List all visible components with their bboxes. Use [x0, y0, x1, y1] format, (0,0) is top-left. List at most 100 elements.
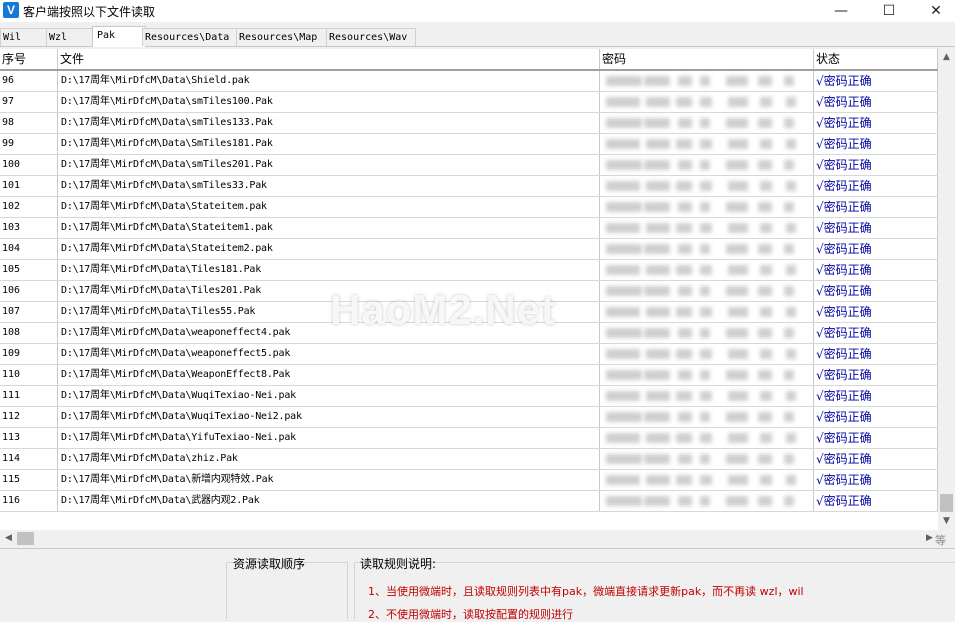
row-index: 102	[0, 197, 58, 217]
redaction-block	[678, 118, 692, 128]
column-header-index[interactable]: 序号	[0, 49, 58, 69]
app-icon: V	[3, 2, 19, 18]
horizontal-scrollbar[interactable]: ◀ ▶	[0, 530, 938, 547]
table-row[interactable]: 97 D:\17周年\MirDfcM\Data\smTiles100.Pak √密码…	[0, 92, 938, 113]
table-row[interactable]: 110 D:\17周年\MirDfcM\Data\WeaponEffect8.Pa…	[0, 365, 938, 386]
tab-wil[interactable]: Wil	[0, 28, 48, 46]
column-header-status[interactable]: 状态	[814, 49, 938, 69]
table-row[interactable]: 104 D:\17周年\MirDfcM\Data\Stateitem2.pak √密…	[0, 239, 938, 260]
redaction-block	[606, 286, 642, 296]
redaction-block	[700, 118, 710, 128]
redaction-block	[676, 349, 692, 359]
redaction-block	[606, 433, 640, 443]
row-index: 109	[0, 344, 58, 364]
redaction-block	[644, 370, 670, 380]
redaction-block	[700, 433, 712, 443]
row-file-path: D:\17周年\MirDfcM\Data\Shield.pak	[58, 71, 600, 91]
table-row[interactable]: 105 D:\17周年\MirDfcM\Data\Tiles181.Pak √密码正…	[0, 260, 938, 281]
tab-resources-data[interactable]: Resources\Data	[142, 28, 238, 46]
close-button[interactable]: ✕	[913, 0, 955, 22]
redaction-block	[760, 433, 772, 443]
redaction-block	[758, 412, 772, 422]
minimize-button[interactable]: —	[818, 0, 864, 22]
table-row[interactable]: 111 D:\17周年\MirDfcM\Data\WuqiTexiao-Nei.p…	[0, 386, 938, 407]
vertical-scroll-thumb[interactable]	[940, 494, 953, 512]
row-status: √密码正确	[814, 470, 938, 490]
column-header-password[interactable]: 密码	[600, 49, 814, 69]
table-row[interactable]: 113 D:\17周年\MirDfcM\Data\YifuTexiao-Nei.p…	[0, 428, 938, 449]
maximize-button[interactable]: ☐	[866, 0, 912, 22]
redaction-block	[728, 475, 748, 485]
table-row[interactable]: 102 D:\17周年\MirDfcM\Data\Stateitem.pak √密码…	[0, 197, 938, 218]
row-file-path: D:\17周年\MirDfcM\Data\smTiles133.Pak	[58, 113, 600, 133]
redaction-block	[700, 202, 710, 212]
redaction-block	[606, 391, 640, 401]
tab-wzl[interactable]: Wzl	[46, 28, 94, 46]
table-row[interactable]: 98 D:\17周年\MirDfcM\Data\smTiles133.Pak √密码…	[0, 113, 938, 134]
redaction-block	[760, 139, 772, 149]
horizontal-scroll-thumb[interactable]	[17, 532, 34, 545]
redaction-block	[606, 181, 640, 191]
row-index: 115	[0, 470, 58, 490]
table-row[interactable]: 103 D:\17周年\MirDfcM\Data\Stateitem1.pak √密…	[0, 218, 938, 239]
row-password-redacted	[600, 218, 814, 238]
redaction-block	[678, 244, 692, 254]
table-row[interactable]: 116 D:\17周年\MirDfcM\Data\武器内观2.Pak √密码正确	[0, 491, 938, 512]
redaction-block	[644, 286, 670, 296]
table-row[interactable]: 106 D:\17周年\MirDfcM\Data\Tiles201.Pak √密码正…	[0, 281, 938, 302]
redaction-block	[726, 76, 748, 86]
redaction-block	[606, 244, 642, 254]
scroll-down-arrow-icon[interactable]: ▼	[938, 513, 955, 530]
row-status: √密码正确	[814, 365, 938, 385]
table-row[interactable]: 96 D:\17周年\MirDfcM\Data\Shield.pak √密码正确	[0, 71, 938, 92]
table-row[interactable]: 101 D:\17周年\MirDfcM\Data\smTiles33.Pak √密码…	[0, 176, 938, 197]
table-row[interactable]: 107 D:\17周年\MirDfcM\Data\Tiles55.Pak √密码正确	[0, 302, 938, 323]
row-file-path: D:\17周年\MirDfcM\Data\新增内观特效.Pak	[58, 470, 600, 490]
tab-pak[interactable]: Pak	[92, 26, 146, 47]
row-password-redacted	[600, 260, 814, 280]
table-row[interactable]: 100 D:\17周年\MirDfcM\Data\smTiles201.Pak √密…	[0, 155, 938, 176]
redaction-block	[758, 244, 772, 254]
tab-resources-wav[interactable]: Resources\Wav	[326, 28, 416, 46]
row-password-redacted	[600, 281, 814, 301]
corner-text: 等	[935, 534, 946, 547]
redaction-block	[700, 349, 712, 359]
redaction-block	[646, 307, 670, 317]
redaction-block	[726, 286, 748, 296]
redaction-block	[726, 244, 748, 254]
redaction-block	[676, 97, 692, 107]
redaction-block	[606, 475, 640, 485]
tab-resources-map[interactable]: Resources\Map	[236, 28, 328, 46]
table-row[interactable]: 114 D:\17周年\MirDfcM\Data\zhiz.Pak √密码正确	[0, 449, 938, 470]
redaction-block	[728, 391, 748, 401]
row-index: 103	[0, 218, 58, 238]
redaction-block	[758, 286, 772, 296]
table-row[interactable]: 108 D:\17周年\MirDfcM\Data\weaponeffect4.pa…	[0, 323, 938, 344]
redaction-block	[606, 265, 640, 275]
redaction-block	[700, 412, 710, 422]
redaction-block	[644, 160, 670, 170]
redaction-block	[786, 433, 796, 443]
redaction-block	[760, 349, 772, 359]
table-row[interactable]: 115 D:\17周年\MirDfcM\Data\新增内观特效.Pak √密码正确	[0, 470, 938, 491]
redaction-block	[700, 391, 712, 401]
column-header-file[interactable]: 文件	[58, 49, 600, 69]
redaction-block	[644, 328, 670, 338]
row-index: 99	[0, 134, 58, 154]
redaction-block	[678, 370, 692, 380]
redaction-block	[786, 139, 796, 149]
scroll-left-arrow-icon[interactable]: ◀	[0, 530, 17, 547]
row-status: √密码正确	[814, 302, 938, 322]
redaction-block	[786, 349, 796, 359]
table-row[interactable]: 109 D:\17周年\MirDfcM\Data\weaponeffect5.pa…	[0, 344, 938, 365]
redaction-block	[726, 160, 748, 170]
redaction-block	[676, 223, 692, 233]
table-row[interactable]: 99 D:\17周年\MirDfcM\Data\SmTiles181.Pak √密码…	[0, 134, 938, 155]
vertical-scrollbar[interactable]: ▲ ▼	[938, 49, 955, 530]
row-password-redacted	[600, 365, 814, 385]
scroll-up-arrow-icon[interactable]: ▲	[938, 49, 955, 66]
row-status: √密码正确	[814, 92, 938, 112]
redaction-block	[758, 118, 772, 128]
table-row[interactable]: 112 D:\17周年\MirDfcM\Data\WuqiTexiao-Nei2.…	[0, 407, 938, 428]
row-status: √密码正确	[814, 449, 938, 469]
